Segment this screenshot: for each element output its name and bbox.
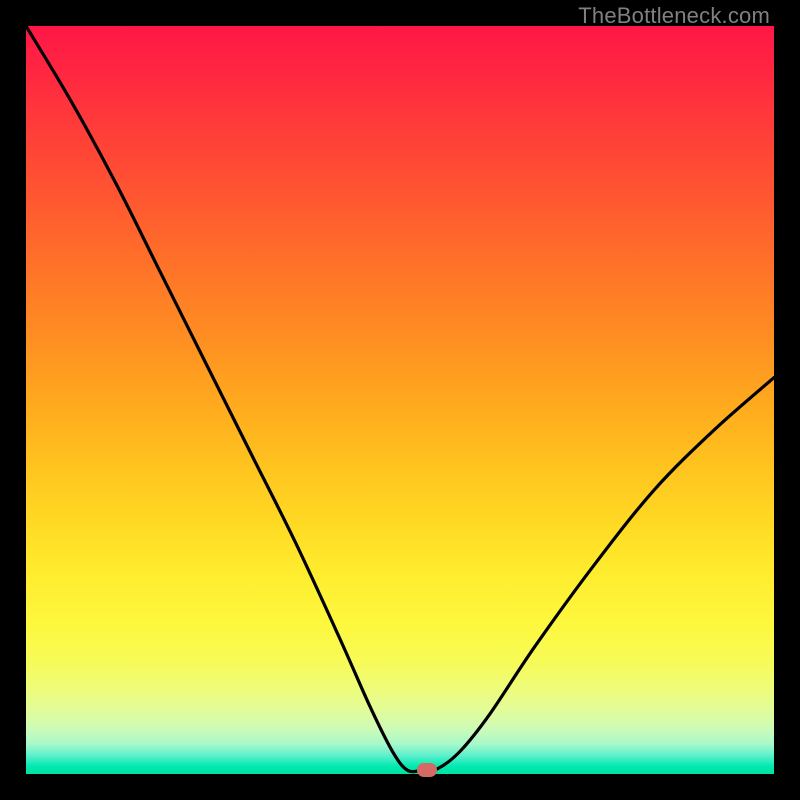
bottleneck-curve bbox=[26, 26, 774, 774]
chart-frame: TheBottleneck.com bbox=[0, 0, 800, 800]
optimal-point-marker bbox=[417, 763, 437, 777]
attribution-text: TheBottleneck.com bbox=[578, 3, 770, 29]
plot-area bbox=[26, 26, 774, 774]
